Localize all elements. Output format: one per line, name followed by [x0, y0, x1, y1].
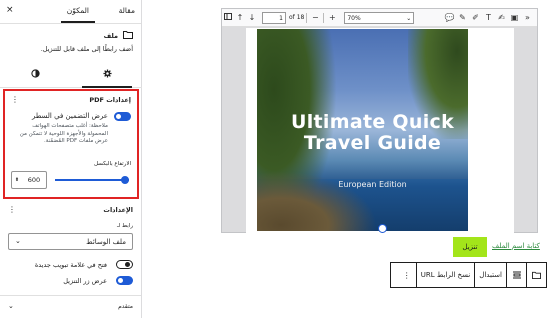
- pdf-settings-title: إعدادات PDF: [89, 96, 131, 104]
- download-button-toggle[interactable]: [116, 276, 133, 285]
- chevron-down-icon: ⌄: [8, 302, 14, 310]
- download-button-row: عرض زر التنزيل: [8, 276, 133, 286]
- inline-embed-toggle[interactable]: [114, 112, 131, 121]
- pdf-viewer: ↑ ↓ 1 of 18 − + 70% ⌄ 💬 ✎ ✐ T ✍ ▣ » Ulti…: [221, 8, 538, 233]
- toolbar-divider: [323, 12, 325, 23]
- inline-embed-help: ملاحظة: أغلب متصفحات الهواتف المحمولة وا…: [19, 123, 108, 145]
- new-tab-label: فتح في علامة تبويب جديدة: [34, 261, 107, 269]
- signature-icon[interactable]: ✍: [495, 13, 508, 22]
- pdf-viewer-toolbar: ↑ ↓ 1 of 18 − + 70% ⌄ 💬 ✎ ✐ T ✍ ▣ »: [222, 9, 537, 27]
- stepper-icon[interactable]: ⬍: [12, 177, 22, 183]
- copy-url-button[interactable]: نسخ الرابط URL: [415, 263, 475, 287]
- image-icon[interactable]: ▣: [508, 13, 521, 22]
- new-tab-row: فتح في علامة تبويب جديدة: [8, 260, 133, 270]
- download-button-setting-label: عرض زر التنزيل: [63, 277, 107, 285]
- height-slider-track[interactable]: [55, 179, 129, 181]
- text-icon[interactable]: T: [482, 13, 495, 22]
- zoom-value: 70%: [347, 14, 361, 22]
- file-name-link[interactable]: كتابة اسم الملف: [492, 242, 540, 250]
- tab-post[interactable]: مقالة: [119, 6, 135, 15]
- editor-canvas: ↑ ↓ 1 of 18 − + 70% ⌄ 💬 ✎ ✐ T ✍ ▣ » Ulti…: [142, 0, 550, 318]
- pdf-settings-panel: إعدادات PDF ⋮ عرض التضمين في السطر ملاحظ…: [3, 89, 139, 199]
- advanced-label: متقدم: [118, 303, 133, 310]
- toolbar-divider: [306, 12, 308, 23]
- sidebar-tabs: مقالة المكوّن ×: [0, 0, 141, 24]
- link-to-label: رابط لـ: [117, 223, 133, 229]
- chevron-down-icon: ⌄: [406, 14, 412, 22]
- zoom-in-icon[interactable]: +: [326, 13, 338, 22]
- comment-icon[interactable]: 💬: [443, 13, 456, 22]
- zoom-select[interactable]: 70% ⌄: [344, 11, 415, 24]
- more-tools-icon[interactable]: »: [521, 13, 534, 22]
- more-options-icon[interactable]: ⋮: [398, 263, 416, 287]
- height-control: ⬍ 600: [11, 171, 131, 189]
- gear-icon[interactable]: [72, 69, 142, 81]
- zoom-out-icon[interactable]: −: [309, 13, 321, 22]
- resize-handle[interactable]: [378, 224, 387, 233]
- cover-subtitle: European Edition: [338, 180, 407, 189]
- half-circle-icon[interactable]: [0, 69, 70, 81]
- settings-title: الإعدادات: [103, 206, 133, 214]
- height-slider-thumb[interactable]: [121, 176, 129, 184]
- page-number-input[interactable]: 1: [262, 11, 286, 24]
- page-count: of 18: [289, 14, 305, 21]
- download-button[interactable]: تنزيل: [453, 237, 487, 257]
- block-description: أضف رابطًا إلى ملف قابل للتنزيل.: [40, 45, 133, 53]
- link-to-value: ملف الوسائط: [86, 238, 126, 246]
- folder-icon: [123, 30, 133, 41]
- settings-sidebar: مقالة المكوّن × ملف أضف رابطًا إلى ملف ق…: [0, 0, 142, 318]
- link-to-select[interactable]: ملف الوسائط ⌄: [8, 233, 133, 250]
- chevron-down-icon: ⌄: [15, 237, 21, 245]
- active-style-tab-indicator: [82, 86, 132, 88]
- height-label: الارتفاع بالبكسل: [94, 161, 131, 167]
- sidebar-toggle-icon[interactable]: [222, 13, 234, 22]
- cover-title: Ultimate Quick Travel Guide: [290, 111, 455, 154]
- block-title: ملف: [103, 31, 118, 40]
- cover-image: Ultimate Quick Travel Guide European Edi…: [257, 29, 468, 231]
- block-inspector-tabs: [0, 62, 142, 88]
- advanced-section[interactable]: متقدم ⌄: [0, 295, 141, 318]
- arrow-up-icon[interactable]: ↑: [234, 13, 246, 22]
- settings-more-icon[interactable]: ⋮: [8, 205, 16, 214]
- arrow-down-icon[interactable]: ↓: [246, 13, 258, 22]
- inline-embed-label: عرض التضمين في السطر: [31, 112, 108, 120]
- align-icon[interactable]: [506, 263, 526, 287]
- replace-button[interactable]: استبدال: [474, 263, 506, 287]
- pdf-page: Ultimate Quick Travel Guide European Edi…: [246, 28, 514, 233]
- draw-icon[interactable]: ✐: [469, 13, 482, 22]
- tab-block[interactable]: المكوّن: [67, 6, 89, 15]
- height-input[interactable]: ⬍ 600: [11, 171, 47, 189]
- block-type-icon[interactable]: [526, 263, 546, 287]
- close-icon[interactable]: ×: [6, 5, 14, 15]
- height-value[interactable]: 600: [22, 176, 46, 184]
- block-card: ملف أضف رابطًا إلى ملف قابل للتنزيل.: [7, 30, 133, 54]
- new-tab-toggle[interactable]: [116, 260, 133, 269]
- more-options-icon[interactable]: ⋮: [11, 95, 19, 104]
- block-toolbar: استبدال نسخ الرابط URL ⋮: [390, 262, 547, 288]
- highlight-icon[interactable]: ✎: [456, 13, 469, 22]
- active-tab-indicator: [61, 21, 95, 23]
